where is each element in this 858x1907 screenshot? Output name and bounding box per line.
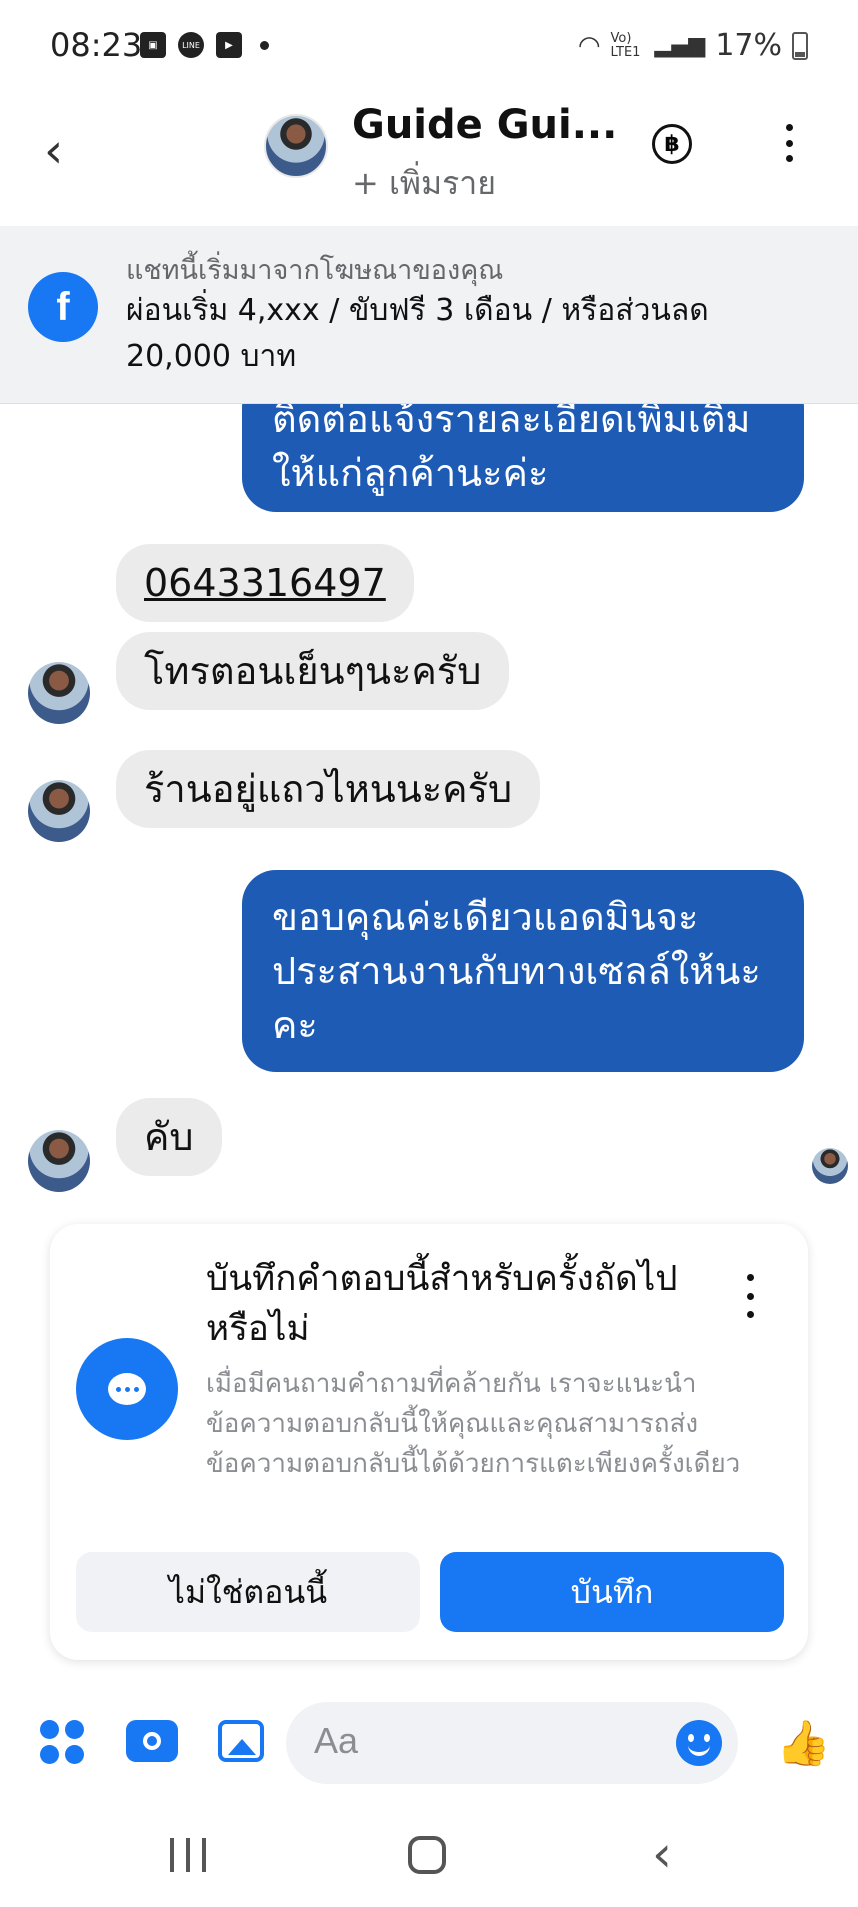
gallery-photo-icon[interactable] <box>218 1720 264 1762</box>
more-options-icon[interactable] <box>774 118 804 168</box>
message-input[interactable]: Aa <box>286 1702 738 1784</box>
wifi-icon: ◠ <box>577 30 601 61</box>
message-bubble-outgoing[interactable]: ติดต่อแจ้งรายละเอียดเพิ่มเติม ให้แก่ลูกค… <box>242 404 804 512</box>
line-icon: LINE <box>178 32 204 58</box>
system-nav-bar: ‹ <box>0 1808 858 1907</box>
apps-grid-icon[interactable] <box>40 1720 84 1764</box>
not-now-button[interactable]: ไม่ใช่ตอนนี้ <box>76 1552 420 1632</box>
message-list: ติดต่อแจ้งรายละเอียดเพิ่มเติม ให้แก่ลูกค… <box>0 404 858 1224</box>
battery-label: 17% <box>715 28 782 63</box>
recent-apps-icon[interactable] <box>170 1838 206 1872</box>
message-bubble-icon <box>76 1338 178 1440</box>
home-icon[interactable] <box>408 1836 446 1874</box>
card-title: บันทึกคำตอบนี้สำหรับครั้งถัดไปหรือไม่ <box>206 1259 678 1349</box>
chat-header: ‹ Guide Gui... + เพิ่มราย ฿ <box>0 96 858 226</box>
camera-icon[interactable] <box>126 1720 178 1762</box>
sender-avatar[interactable] <box>28 780 90 842</box>
sender-avatar[interactable] <box>28 1130 90 1192</box>
phone-number-link[interactable]: 0643316497 <box>144 561 386 605</box>
emoji-icon[interactable] <box>676 1720 722 1766</box>
baht-payment-icon[interactable]: ฿ <box>652 124 692 164</box>
ad-origin-banner[interactable]: f แชทนี้เริ่มมาจากโฆษณาของคุณ ผ่อนเริ่ม … <box>0 226 858 404</box>
ad-text: ผ่อนเริ่ม 4,xxx / ขับฟรี 3 เดือน / หรือส… <box>126 293 709 374</box>
thumbs-up-icon[interactable]: 👍 <box>776 1720 831 1768</box>
save-reply-card: บันทึกคำตอบนี้สำหรับครั้งถัดไปหรือไม่ เม… <box>50 1224 808 1660</box>
card-description: เมื่อมีคนถามคำถามที่คล้ายกัน เราจะแนะนำข… <box>206 1369 741 1479</box>
nav-back-icon[interactable]: ‹ <box>652 1826 672 1882</box>
gallery-icon: ▣ <box>140 32 166 58</box>
seen-receipt-avatar <box>812 1148 848 1184</box>
dot-icon <box>260 40 269 50</box>
message-bubble-incoming[interactable]: ร้านอยู่แถวไหนนะครับ <box>116 750 541 828</box>
sender-avatar[interactable] <box>28 662 90 724</box>
ad-origin-label: แชทนี้เริ่มมาจากโฆษณาของคุณ <box>126 255 504 286</box>
add-label-link[interactable]: + เพิ่มราย <box>352 158 496 209</box>
save-button[interactable]: บันทึก <box>440 1552 784 1632</box>
card-more-icon[interactable] <box>740 1274 760 1318</box>
status-left-icons: ▣ LINE ▶ <box>140 32 269 58</box>
message-bubble-incoming[interactable]: 0643316497 <box>116 544 414 622</box>
message-input-placeholder: Aa <box>314 1720 359 1761</box>
youtube-icon: ▶ <box>216 32 242 58</box>
contact-name[interactable]: Guide Gui... <box>352 102 617 148</box>
network-label: Vo) LTE1 <box>610 30 641 60</box>
status-right: ◠ Vo) LTE1 ▂▄▆ 17% <box>578 28 808 63</box>
message-composer: Aa 👍 <box>0 1690 858 1800</box>
signal-icon: ▂▄▆ <box>654 33 706 58</box>
status-time: 08:23 <box>50 26 143 64</box>
back-arrow-icon[interactable]: ‹ <box>44 126 94 176</box>
message-bubble-incoming[interactable]: คับ <box>116 1098 222 1176</box>
message-bubble-outgoing[interactable]: ขอบคุณค่ะเดียวแอดมินจะประสานงานกับทางเซล… <box>242 870 804 1072</box>
status-bar: 08:23 ▣ LINE ▶ ◠ Vo) LTE1 ▂▄▆ 17% <box>0 0 858 96</box>
contact-avatar[interactable] <box>264 114 328 178</box>
message-bubble-incoming[interactable]: โทรตอนเย็นๆนะครับ <box>116 632 510 710</box>
battery-icon <box>792 31 808 60</box>
facebook-icon: f <box>28 272 98 342</box>
